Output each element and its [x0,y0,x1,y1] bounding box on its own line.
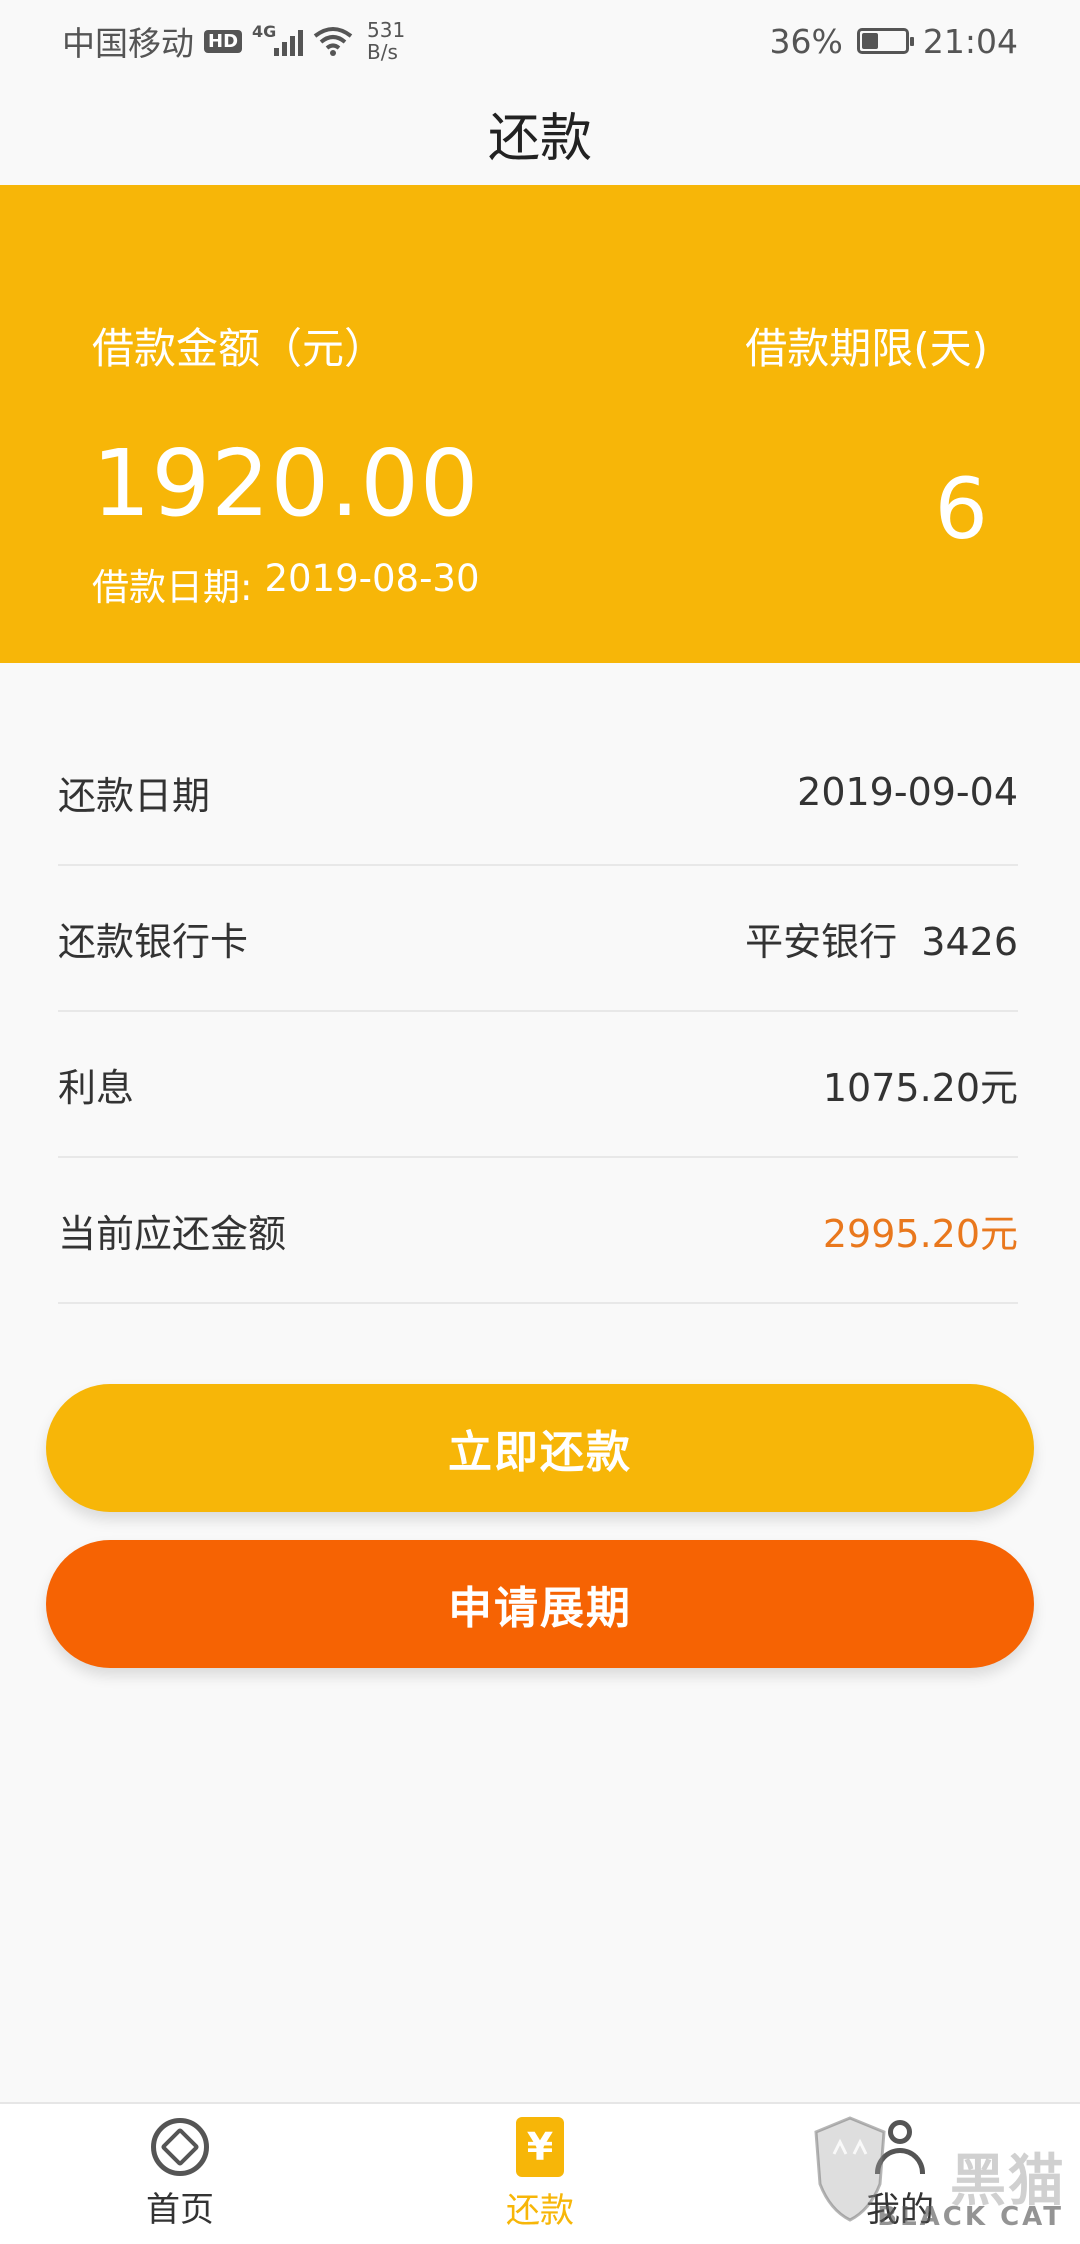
status-bar: 中国移动 HD 4G 531 B/s 36% 21:04 [0,0,1080,82]
amount-due-value: 2995.20元 [822,1211,1018,1256]
carrier-name: 中国移动 [62,24,194,63]
detail-row-amount-due: 当前应还金额 2995.20元 [58,1158,1018,1304]
loan-term-label: 借款期限(天) [745,324,988,373]
network-speed-value: 531 [367,18,406,42]
detail-value: 平安银行 3426 [745,919,1018,964]
detail-label: 利息 [58,1065,135,1110]
status-left: 中国移动 HD 4G 531 B/s [62,17,405,65]
detail-value: 1075.20元 [822,1065,1018,1110]
loan-summary-banner: 借款金额（元） 借款期限(天) 1920.00 6 借款日期: 2019-08-… [0,185,1080,663]
repayment-page: 中国移动 HD 4G 531 B/s 36% 21:04 还款 借款金额（元） … [0,0,1080,2244]
tab-label: 还款 [506,2190,574,2231]
detail-row-repay-date: 还款日期 2019-09-04 [58,720,1018,866]
loan-date: 借款日期: 2019-08-30 [92,557,480,611]
loan-date-label: 借款日期: [92,566,253,609]
detail-label: 当前应还金额 [58,1211,287,1256]
tab-home[interactable]: 首页 [0,2104,360,2244]
battery-icon [856,28,914,54]
detail-value: 2019-09-04 [797,770,1018,814]
detail-label: 还款日期 [58,773,211,818]
tab-label: 首页 [146,2189,214,2230]
wifi-icon [313,27,353,56]
network-type: 4G [252,22,277,41]
apply-extension-button[interactable]: 申请展期 [46,1540,1034,1668]
detail-label: 还款银行卡 [58,919,249,964]
battery-fill [861,33,879,49]
repay-now-button[interactable]: 立即还款 [46,1384,1034,1512]
loan-amount-label: 借款金额（元） [92,324,387,373]
home-icon [151,2117,209,2176]
loan-date-value: 2019-08-30 [264,557,480,600]
status-right: 36% 21:04 [770,22,1018,61]
battery-percent: 36% [769,21,843,61]
watermark-subtext: BLACK CAT [877,2202,1064,2232]
loan-term-value: 6 [934,460,988,558]
loan-amount-value: 1920.00 [92,430,480,537]
detail-row-bank-card[interactable]: 还款银行卡 平安银行 3426 [58,866,1018,1012]
signal-icon: 4G [252,22,304,56]
network-speed-unit: B/s [367,40,398,64]
hd-icon: HD [204,29,243,53]
page-header: 还款 [0,82,1080,185]
network-speed: 531 B/s [367,19,405,63]
detail-row-interest: 利息 1075.20元 [58,1012,1018,1158]
repayment-details: 还款日期 2019-09-04 还款银行卡 平安银行 3426 利息 1075.… [58,720,1018,1304]
tab-repayment[interactable]: ¥ 还款 [360,2104,720,2244]
page-title: 还款 [487,109,592,169]
watermark-logo: 黑猫 BLACK CAT [804,2106,1074,2236]
clock: 21:04 [922,21,1018,61]
repay-icon: ¥ [516,2116,564,2177]
